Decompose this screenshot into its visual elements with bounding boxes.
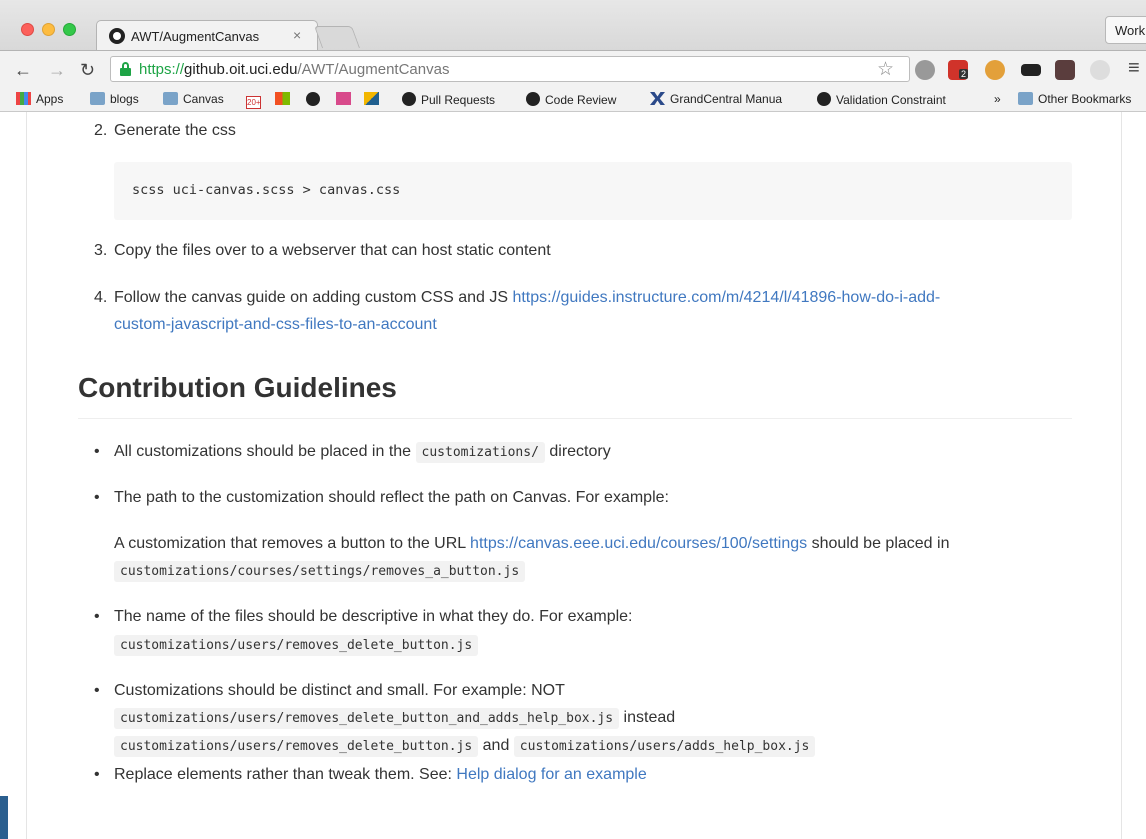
disabled-extension-icon[interactable] xyxy=(1090,60,1110,80)
readme-page: 2. Generate the css scss uci-canvas.scss… xyxy=(0,112,1146,839)
list-paragraph: A customization that removes a button to… xyxy=(114,535,950,552)
spy-extension-icon[interactable] xyxy=(1055,60,1075,80)
list-item: Replace elements rather than tweak them.… xyxy=(114,766,647,783)
lock-icon xyxy=(120,62,131,76)
bullet: • xyxy=(94,489,100,506)
zoom-window-button[interactable] xyxy=(63,23,76,36)
folder-icon xyxy=(1018,92,1033,105)
content-border-right xyxy=(1121,112,1122,839)
extension-circle-icon[interactable] xyxy=(915,60,935,80)
gmail-icon: 20+ xyxy=(246,96,261,109)
bullet: • xyxy=(94,443,100,460)
tab-title: AWT/AugmentCanvas xyxy=(131,29,260,44)
url-text: https://github.oit.uci.edu/AWT/AugmentCa… xyxy=(139,61,450,78)
office-icon xyxy=(275,92,290,105)
browser-window: AWT/AugmentCanvas × Work ← → ↻ https://g… xyxy=(0,0,1146,839)
bookmarks-overflow-button[interactable]: » xyxy=(994,92,1001,106)
terminal-icon[interactable] xyxy=(1021,64,1041,76)
bookmark-validation[interactable]: Validation Constraint xyxy=(817,92,946,107)
github-icon xyxy=(526,92,540,106)
bookmark-grandcentral[interactable]: GrandCentral Manua xyxy=(650,92,782,106)
new-tab-button[interactable] xyxy=(313,26,361,48)
list-item-code: customizations/users/removes_delete_butt… xyxy=(114,708,675,729)
list-paragraph-code: customizations/courses/settings/removes_… xyxy=(114,561,526,582)
step-number: 3. xyxy=(94,242,108,259)
step-text: Follow the canvas guide on adding custom… xyxy=(114,289,941,306)
reload-icon[interactable]: ↻ xyxy=(80,60,95,81)
bookmark-github[interactable] xyxy=(306,92,325,107)
help-dialog-link[interactable]: Help dialog for an example xyxy=(456,766,646,783)
bookmark-office[interactable] xyxy=(275,92,295,106)
close-window-button[interactable] xyxy=(21,23,34,36)
inline-code: customizations/users/removes_delete_butt… xyxy=(114,635,479,656)
browser-tab[interactable]: AWT/AugmentCanvas × xyxy=(96,20,318,50)
canvas-settings-link[interactable]: https://canvas.eee.uci.edu/courses/100/s… xyxy=(470,535,807,552)
address-bar[interactable]: https://github.oit.uci.edu/AWT/AugmentCa… xyxy=(110,56,910,82)
apps-grid-icon xyxy=(16,92,31,105)
inline-code: customizations/ xyxy=(415,442,545,463)
list-item: The path to the customization should ref… xyxy=(114,489,669,506)
bookmark-pull-requests[interactable]: Pull Requests xyxy=(402,92,495,107)
step-text: Generate the css xyxy=(114,122,236,139)
list-item: Customizations should be distinct and sm… xyxy=(114,682,565,699)
minimize-window-button[interactable] xyxy=(42,23,55,36)
bookmark-star-icon[interactable]: ☆ xyxy=(877,58,894,81)
bullet: • xyxy=(94,682,100,699)
folder-icon xyxy=(90,92,105,105)
bookmark-canvas[interactable]: Canvas xyxy=(163,92,224,106)
app-icon xyxy=(336,92,351,105)
bookmark-code-review[interactable]: Code Review xyxy=(526,92,616,107)
code-text: scss uci-canvas.scss > canvas.css xyxy=(132,182,401,198)
inline-code: customizations/users/removes_delete_butt… xyxy=(114,736,479,757)
github-icon xyxy=(402,92,416,106)
profile-button[interactable]: Work xyxy=(1105,16,1146,44)
step-number: 4. xyxy=(94,289,108,306)
bookmark-app-2[interactable] xyxy=(336,92,356,106)
bookmark-blogs[interactable]: blogs xyxy=(90,92,139,106)
grandcentral-icon xyxy=(650,92,665,105)
content-border-left xyxy=(26,112,27,839)
list-item: All customizations should be placed in t… xyxy=(114,442,611,463)
menu-icon[interactable]: ≡ xyxy=(1128,57,1140,80)
step-number: 2. xyxy=(94,122,108,139)
bookmarks-bar: Apps blogs Canvas 20+ Pull Requests Code… xyxy=(0,88,1146,112)
bookmark-gmail[interactable]: 20+ xyxy=(246,92,266,109)
github-favicon-icon xyxy=(109,28,125,44)
stack-icon xyxy=(364,92,379,105)
back-arrow-icon[interactable]: ← xyxy=(14,60,32,81)
inline-code: customizations/courses/settings/removes_… xyxy=(114,561,526,582)
browser-toolbar: ← → ↻ https://github.oit.uci.edu/AWT/Aug… xyxy=(0,50,1146,88)
forward-arrow-icon[interactable]: → xyxy=(48,60,66,81)
github-icon xyxy=(306,92,320,106)
folder-icon xyxy=(163,92,178,105)
guide-link[interactable]: https://guides.instructure.com/m/4214/l/… xyxy=(512,289,940,306)
bookmark-other[interactable]: Other Bookmarks xyxy=(1018,92,1131,106)
list-item: The name of the files should be descript… xyxy=(114,608,633,625)
bookmark-app-3[interactable] xyxy=(364,92,384,106)
bullet: • xyxy=(94,608,100,625)
heading-divider xyxy=(78,418,1072,419)
bookmark-apps[interactable]: Apps xyxy=(16,92,63,106)
guide-link-continued[interactable]: custom-javascript-and-css-files-to-an-ac… xyxy=(114,316,437,334)
dock-edge xyxy=(0,796,8,839)
code-block: scss uci-canvas.scss > canvas.css xyxy=(114,162,1072,220)
bullet: • xyxy=(94,766,100,783)
section-heading: Contribution Guidelines xyxy=(78,372,397,403)
list-item-code: customizations/users/removes_delete_butt… xyxy=(114,736,816,757)
symfony-icon xyxy=(817,92,831,106)
tab-close-icon[interactable]: × xyxy=(293,27,301,43)
inline-code: customizations/users/adds_help_box.js xyxy=(513,736,816,757)
cookie-icon[interactable] xyxy=(985,60,1005,80)
extension-red-icon[interactable]: 2 xyxy=(948,60,969,80)
inline-code: customizations/users/removes_delete_butt… xyxy=(114,708,620,729)
list-item-code: customizations/users/removes_delete_butt… xyxy=(114,635,479,656)
step-text: Copy the files over to a webserver that … xyxy=(114,242,551,259)
